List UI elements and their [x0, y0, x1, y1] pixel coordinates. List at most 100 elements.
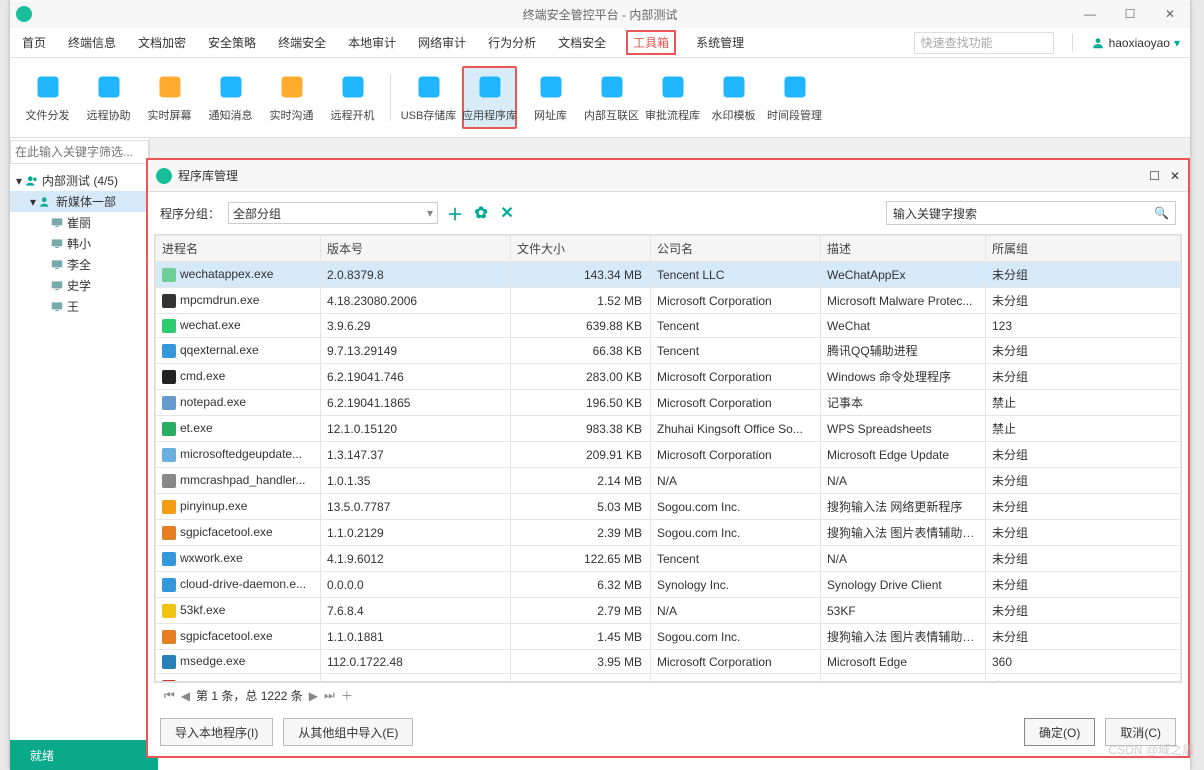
- stamp-icon: [720, 73, 748, 101]
- tool-远程开机[interactable]: 远程开机: [325, 66, 380, 129]
- pager-last[interactable]: ⏭: [324, 688, 335, 703]
- tool-审批流程库[interactable]: 审批流程库: [645, 66, 700, 129]
- users-icon: [39, 195, 53, 209]
- table-row[interactable]: pinyinup.exe13.5.0.77875.03 MBSogou.com …: [156, 494, 1181, 520]
- tree-user[interactable]: 王: [10, 296, 149, 317]
- menu-本地审计[interactable]: 本地审计: [346, 30, 398, 55]
- table-row[interactable]: qqexternal.exe9.7.13.2914966.38 KBTencen…: [156, 338, 1181, 364]
- tree-user[interactable]: 史学: [10, 275, 149, 296]
- tool-实时沟通[interactable]: 实时沟通: [264, 66, 319, 129]
- table-row[interactable]: microsoftedgeupdate...1.3.147.37209.91 K…: [156, 442, 1181, 468]
- menu-文档加密[interactable]: 文档加密: [136, 30, 188, 55]
- pager-next[interactable]: ▶: [309, 689, 318, 703]
- menu-终端信息[interactable]: 终端信息: [66, 30, 118, 55]
- tool-文件分发[interactable]: 文件分发: [20, 66, 75, 129]
- toolbar: 文件分发远程协助实时屏幕通知消息实时沟通远程开机 USB存储库应用程序库网址库内部…: [10, 58, 1190, 138]
- flow-icon: [659, 73, 687, 101]
- watermark: CSDN @域之盾: [1108, 741, 1194, 758]
- delete-icon[interactable]: ✕: [498, 204, 516, 222]
- table-row[interactable]: wechatappex.exe2.0.8379.8143.34 MBTencen…: [156, 262, 1181, 288]
- window-controls: — ☐ ✕: [1070, 0, 1190, 28]
- maximize-button[interactable]: ☐: [1110, 0, 1150, 28]
- power-icon: [339, 73, 367, 101]
- table-row[interactable]: notepad.exe6.2.19041.1865196.50 KBMicros…: [156, 390, 1181, 416]
- dialog-close-button[interactable]: ✕: [1170, 169, 1180, 183]
- pager-first[interactable]: ⏮: [164, 688, 175, 703]
- dialog-toolbar: 程序分组： 全部分组 ＋ ✿ ✕ 输入关键字搜索 🔍: [148, 192, 1188, 234]
- table-row[interactable]: mpcmdrun.exe4.18.23080.20061.52 MBMicros…: [156, 288, 1181, 314]
- settings-icon[interactable]: ✿: [472, 204, 490, 222]
- tree-user[interactable]: 李全: [10, 254, 149, 275]
- window-title: 终端安全管控平台 - 内部测试: [523, 6, 678, 23]
- menu-工具箱[interactable]: 工具箱: [626, 30, 676, 55]
- org-tree: ▾ 内部测试 (4/5) ▾ 新媒体一部 崔丽韩小李全史学王: [10, 166, 149, 321]
- net-icon: [598, 73, 626, 101]
- dialog-search-input[interactable]: 输入关键字搜索 🔍: [886, 201, 1176, 225]
- titlebar: 终端安全管控平台 - 内部测试 — ☐ ✕: [10, 0, 1190, 28]
- menu-行为分析[interactable]: 行为分析: [486, 30, 538, 55]
- tree-group[interactable]: ▾ 新媒体一部: [10, 191, 149, 212]
- col-header[interactable]: 版本号: [321, 236, 511, 262]
- tool-时间段管理[interactable]: 时间段管理: [767, 66, 822, 129]
- tool-内部互联区[interactable]: 内部互联区: [584, 66, 639, 129]
- user-icon: [1091, 36, 1105, 50]
- ok-button[interactable]: 确定(O): [1024, 718, 1095, 746]
- table-row[interactable]: sgpicfacetool.exe1.1.0.18811.45 MBSogou.…: [156, 624, 1181, 650]
- menu-系统管理[interactable]: 系统管理: [694, 30, 746, 55]
- table-row[interactable]: cmd.exe6.2.19041.746283.00 KBMicrosoft C…: [156, 364, 1181, 390]
- dialog-maximize-button[interactable]: ☐: [1149, 169, 1160, 183]
- col-header[interactable]: 描述: [821, 236, 986, 262]
- chat-icon: [278, 73, 306, 101]
- process-table[interactable]: 进程名版本号文件大小公司名描述所属组 wechatappex.exe2.0.83…: [154, 234, 1182, 682]
- tree-filter-input[interactable]: [10, 140, 149, 164]
- import-local-button[interactable]: 导入本地程序(I): [160, 718, 273, 746]
- bell-icon: [217, 73, 245, 101]
- menu-网络审计[interactable]: 网络审计: [416, 30, 468, 55]
- table-row[interactable]: mmcrashpad_handler...1.0.1.352.14 MBN/AN…: [156, 468, 1181, 494]
- table-row[interactable]: wechat.exe3.9.6.29639.88 KBTencentWeChat…: [156, 314, 1181, 338]
- tool-通知消息[interactable]: 通知消息: [203, 66, 258, 129]
- menu-终端安全[interactable]: 终端安全: [276, 30, 328, 55]
- dialog-footer: 导入本地程序(I) 从其他组中导入(E) 确定(O) 取消(C): [148, 708, 1188, 756]
- table-row[interactable]: calculatorapp.exe11.2307.4.019.00 MBMicr…: [156, 674, 1181, 683]
- table-row[interactable]: cloud-drive-daemon.e...0.0.0.06.32 MBSyn…: [156, 572, 1181, 598]
- pager-add[interactable]: ＋: [341, 687, 353, 704]
- add-icon[interactable]: ＋: [446, 204, 464, 222]
- tree-user[interactable]: 韩小: [10, 233, 149, 254]
- tool-USB存储库[interactable]: USB存储库: [401, 66, 456, 129]
- table-row[interactable]: sgpicfacetool.exe1.1.0.21292.39 MBSogou.…: [156, 520, 1181, 546]
- menubar: 首页终端信息文档加密安全策略终端安全本地审计网络审计行为分析文档安全工具箱系统管…: [10, 28, 1190, 58]
- quick-search-input[interactable]: 快速查找功能: [914, 32, 1054, 54]
- app-icon: [476, 73, 504, 101]
- tool-实时屏幕[interactable]: 实时屏幕: [142, 66, 197, 129]
- monitor-icon: [95, 73, 123, 101]
- import-from-group-button[interactable]: 从其他组中导入(E): [283, 718, 413, 746]
- pager-prev[interactable]: ◀: [181, 689, 190, 703]
- table-row[interactable]: wxwork.exe4.1.9.6012122.65 MBTencentN/A未…: [156, 546, 1181, 572]
- status-bar: 就绪: [10, 740, 158, 770]
- col-header[interactable]: 进程名: [156, 236, 321, 262]
- pager: ⏮ ◀ 第 1 条，总 1222 条 ▶ ⏭ ＋: [154, 682, 1182, 708]
- close-button[interactable]: ✕: [1150, 0, 1190, 28]
- program-library-dialog: 程序库管理 ☐ ✕ 程序分组： 全部分组 ＋ ✿ ✕ 输入关键字搜索 🔍 进程名…: [146, 158, 1190, 758]
- tree-user[interactable]: 崔丽: [10, 212, 149, 233]
- group-select[interactable]: 全部分组: [228, 202, 438, 224]
- menu-首页[interactable]: 首页: [20, 30, 48, 55]
- col-header[interactable]: 公司名: [651, 236, 821, 262]
- minimize-button[interactable]: —: [1070, 0, 1110, 28]
- user-menu[interactable]: haoxiaoyao ▾: [1091, 36, 1180, 50]
- tree-root[interactable]: ▾ 内部测试 (4/5): [10, 170, 149, 191]
- table-row[interactable]: msedge.exe112.0.1722.483.95 MBMicrosoft …: [156, 650, 1181, 674]
- dialog-icon: [156, 168, 172, 184]
- menu-安全策略[interactable]: 安全策略: [206, 30, 258, 55]
- menu-文档安全[interactable]: 文档安全: [556, 30, 608, 55]
- col-header[interactable]: 所属组: [986, 236, 1181, 262]
- tool-网址库[interactable]: 网址库: [523, 66, 578, 129]
- table-row[interactable]: et.exe12.1.0.15120983.38 KBZhuhai Kingso…: [156, 416, 1181, 442]
- tool-水印模板[interactable]: 水印模板: [706, 66, 761, 129]
- col-header[interactable]: 文件大小: [511, 236, 651, 262]
- tool-应用程序库[interactable]: 应用程序库: [462, 66, 517, 129]
- tool-远程协助[interactable]: 远程协助: [81, 66, 136, 129]
- users-icon: [25, 174, 39, 188]
- table-row[interactable]: 53kf.exe7.6.8.42.79 MBN/A53KF未分组: [156, 598, 1181, 624]
